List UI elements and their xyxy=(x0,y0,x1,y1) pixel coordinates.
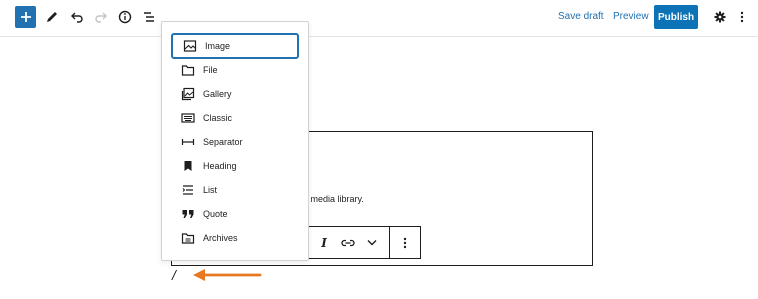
link-icon xyxy=(341,239,355,246)
inserter-item-heading[interactable]: Heading xyxy=(171,153,299,179)
more-formats-button[interactable] xyxy=(362,227,382,258)
inserter-item-label: Image xyxy=(205,41,231,51)
options-button[interactable] xyxy=(736,9,748,25)
save-draft-button[interactable]: Save draft xyxy=(558,11,604,22)
inserter-item-label: File xyxy=(203,65,218,75)
arrow-icon xyxy=(193,269,262,281)
info-icon xyxy=(118,10,132,24)
pencil-icon xyxy=(47,12,57,22)
redo-button[interactable] xyxy=(93,9,109,25)
inserter-item-label: List xyxy=(203,185,218,195)
preview-button[interactable]: Preview xyxy=(613,11,649,22)
block-options-button[interactable] xyxy=(395,227,415,258)
tools-button[interactable] xyxy=(44,9,60,25)
list-view-icon xyxy=(144,12,154,22)
list-view-button[interactable] xyxy=(141,9,157,25)
inserter-item-quote[interactable]: Quote xyxy=(171,201,299,227)
add-block-button[interactable] xyxy=(15,6,36,28)
link-button[interactable] xyxy=(337,227,359,258)
quote-icon xyxy=(181,207,195,221)
list-icon xyxy=(181,183,195,197)
slash-command-text: / xyxy=(172,267,176,283)
more-vertical-icon xyxy=(403,237,407,248)
inserter-item-label: Heading xyxy=(203,161,237,171)
undo-icon xyxy=(71,12,83,23)
italic-label: I xyxy=(321,235,327,250)
inserter-item-label: Quote xyxy=(203,209,228,219)
inserter-item-separator[interactable]: Separator xyxy=(171,129,299,155)
publish-button[interactable]: Publish xyxy=(654,5,698,29)
image-icon xyxy=(183,39,197,53)
plus-icon xyxy=(20,12,31,22)
inserter-item-list[interactable]: List xyxy=(171,177,299,203)
settings-button[interactable] xyxy=(712,9,728,25)
details-button[interactable] xyxy=(117,9,133,25)
gear-icon xyxy=(714,11,726,23)
gallery-icon xyxy=(181,87,195,101)
chevron-down-icon xyxy=(367,240,377,246)
block-toolbar: I xyxy=(306,226,421,259)
archive-icon xyxy=(181,231,195,245)
inserter-item-label: Gallery xyxy=(203,89,232,99)
keyboard-icon xyxy=(181,111,195,125)
inserter-item-archives[interactable]: Archives xyxy=(171,225,299,251)
inserter-item-label: Separator xyxy=(203,137,243,147)
block-inserter-popover: Image File Gallery Classic Separator Hea… xyxy=(161,21,309,261)
editor-toolbar: Save draft Preview Publish xyxy=(0,0,758,37)
folder-icon xyxy=(181,63,195,77)
more-vertical-icon xyxy=(740,11,744,23)
bookmark-icon xyxy=(181,159,195,173)
inserter-item-label: Classic xyxy=(203,113,233,123)
separator-icon xyxy=(181,135,195,149)
inserter-item-file[interactable]: File xyxy=(171,57,299,83)
toolbar-divider xyxy=(389,227,390,258)
undo-button[interactable] xyxy=(69,9,85,25)
inserter-item-classic[interactable]: Classic xyxy=(171,105,299,131)
inserter-item-label: Archives xyxy=(203,233,238,243)
redo-icon xyxy=(95,12,107,23)
inserter-item-gallery[interactable]: Gallery xyxy=(171,81,299,107)
block-instructions-text: ur media library. xyxy=(300,194,364,204)
italic-button[interactable]: I xyxy=(315,227,333,258)
inserter-item-image[interactable]: Image xyxy=(171,33,299,59)
